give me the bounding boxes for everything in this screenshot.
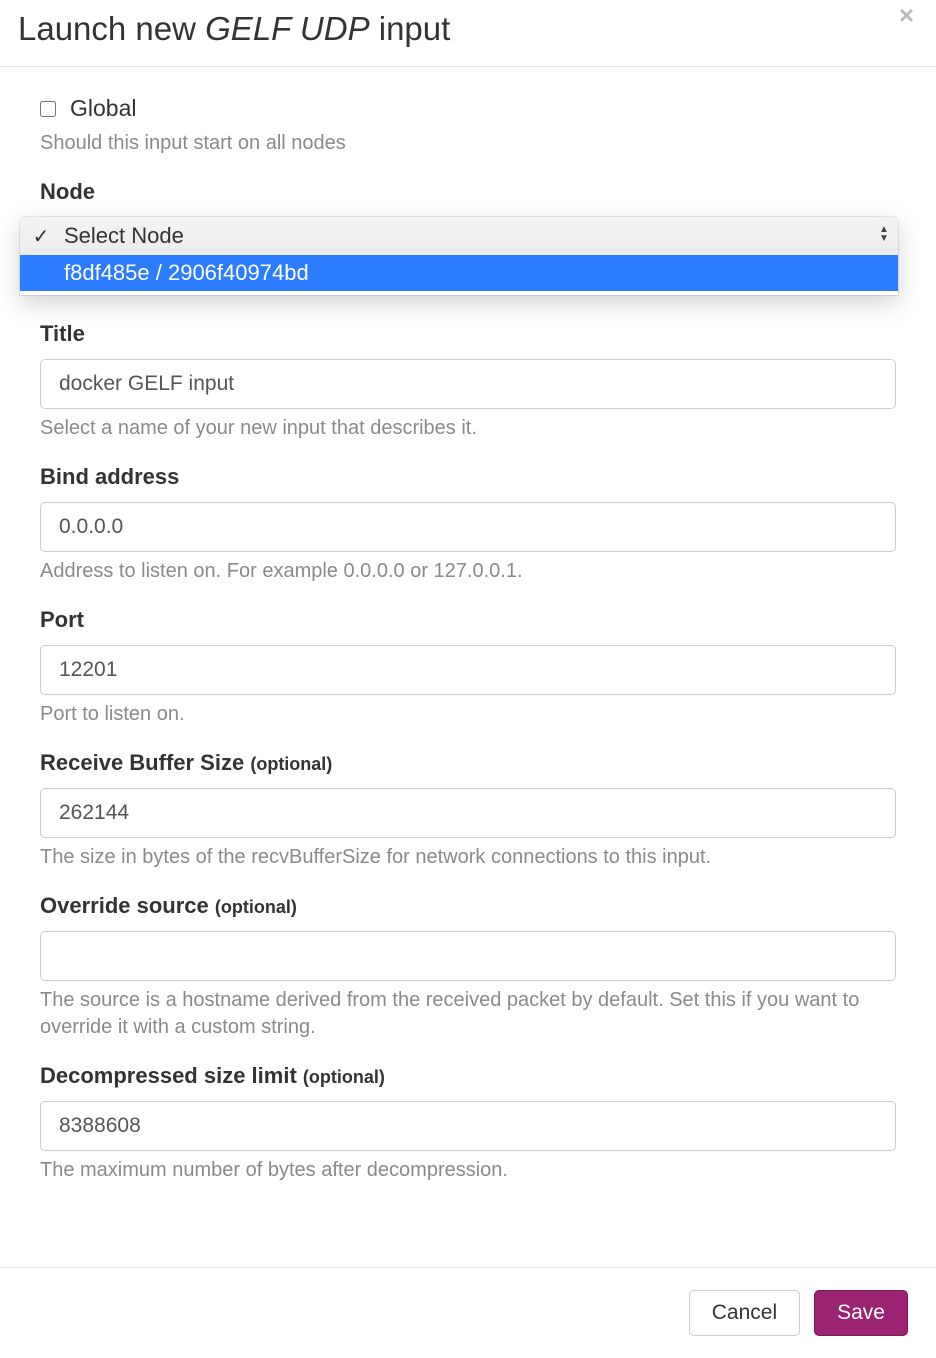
checkmark-icon: ✓ (30, 224, 52, 249)
override-source-help: The source is a hostname derived from th… (40, 987, 896, 1041)
node-label: Node (40, 179, 896, 205)
node-option-placeholder[interactable]: ✓ Select Node ▲▼ (20, 217, 898, 255)
modal-footer: Cancel Save (0, 1267, 936, 1358)
title-input[interactable] (40, 359, 896, 409)
receive-buffer-size-label: Receive Buffer Size (optional) (40, 750, 896, 776)
node-field: Node ✓ Select Node ▲▼ ✓ f8df485e / 2906f… (40, 179, 896, 299)
title-suffix: input (370, 10, 451, 47)
modal-header: × Launch new GELF UDP input (0, 0, 936, 67)
port-input[interactable] (40, 645, 896, 695)
title-label: Title (40, 321, 896, 347)
port-field: Port Port to listen on. (40, 607, 896, 728)
global-label: Global (70, 95, 136, 122)
decompressed-size-limit-input[interactable] (40, 1101, 896, 1151)
receive-buffer-size-field: Receive Buffer Size (optional) The size … (40, 750, 896, 871)
node-select-wrap: ✓ Select Node ▲▼ ✓ f8df485e / 2906f40974… (40, 217, 896, 265)
decompressed-size-limit-help: The maximum number of bytes after decomp… (40, 1157, 896, 1184)
decompressed-size-limit-label: Decompressed size limit (optional) (40, 1063, 896, 1089)
bind-address-input[interactable] (40, 502, 896, 552)
receive-buffer-size-label-text: Receive Buffer Size (40, 750, 244, 775)
optional-tag: (optional) (215, 897, 297, 917)
bind-address-field: Bind address Address to listen on. For e… (40, 464, 896, 585)
override-source-label: Override source (optional) (40, 893, 896, 919)
optional-tag: (optional) (303, 1067, 385, 1087)
global-checkbox[interactable] (40, 101, 56, 117)
global-help: Should this input start on all nodes (40, 130, 896, 157)
port-label: Port (40, 607, 896, 633)
override-source-field: Override source (optional) The source is… (40, 893, 896, 1041)
modal-body: Global Should this input start on all no… (0, 67, 936, 1226)
node-option-placeholder-label: Select Node (64, 223, 184, 249)
title-field: Title Select a name of your new input th… (40, 321, 896, 442)
override-source-label-text: Override source (40, 893, 209, 918)
port-help: Port to listen on. (40, 701, 896, 728)
receive-buffer-size-input[interactable] (40, 788, 896, 838)
cancel-button[interactable]: Cancel (689, 1290, 800, 1336)
node-option-0[interactable]: ✓ f8df485e / 2906f40974bd (20, 255, 898, 291)
title-emphasis: GELF UDP (205, 10, 369, 47)
save-button[interactable]: Save (814, 1290, 908, 1336)
select-stepper-icon: ▲▼ (877, 221, 891, 247)
override-source-input[interactable] (40, 931, 896, 981)
title-prefix: Launch new (18, 10, 205, 47)
decompressed-size-limit-label-text: Decompressed size limit (40, 1063, 297, 1088)
bind-address-help: Address to listen on. For example 0.0.0.… (40, 558, 896, 585)
close-icon[interactable]: × (899, 2, 914, 28)
decompressed-size-limit-field: Decompressed size limit (optional) The m… (40, 1063, 896, 1184)
bind-address-label: Bind address (40, 464, 896, 490)
node-dropdown: ✓ Select Node ▲▼ ✓ f8df485e / 2906f40974… (20, 217, 898, 295)
modal-title: Launch new GELF UDP input (18, 0, 918, 48)
title-help: Select a name of your new input that des… (40, 415, 896, 442)
global-field: Global Should this input start on all no… (40, 95, 896, 157)
receive-buffer-size-help: The size in bytes of the recvBufferSize … (40, 844, 896, 871)
optional-tag: (optional) (250, 754, 332, 774)
node-option-0-label: f8df485e / 2906f40974bd (64, 260, 309, 286)
